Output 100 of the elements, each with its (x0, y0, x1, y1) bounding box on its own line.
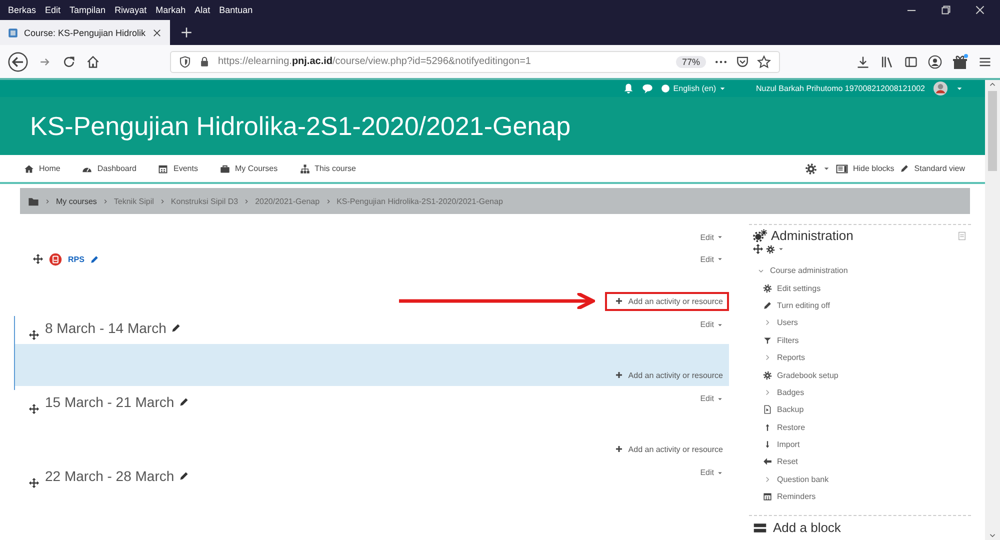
zoom-level[interactable]: 77% (676, 56, 706, 68)
caret-icon (718, 85, 726, 92)
pencil-icon[interactable] (171, 323, 182, 333)
settings-icon[interactable] (804, 162, 817, 174)
menu-item[interactable]: Edit (45, 5, 61, 15)
breadcrumb-link[interactable]: KS-Pengujian Hidrolika-2S1-2020/2021-Genap (336, 196, 503, 206)
user-avatar-icon[interactable] (933, 81, 948, 96)
tree-item[interactable]: Restore (753, 418, 967, 436)
hide-blocks-link[interactable]: Hide blocks (836, 162, 894, 174)
download-icon (763, 440, 772, 450)
tree-item[interactable]: Reset (753, 453, 967, 471)
tree-item[interactable]: Turn editing off (753, 296, 967, 314)
pencil-icon[interactable] (179, 397, 190, 407)
close-tab-icon[interactable] (152, 28, 162, 38)
caret-icon (717, 470, 723, 476)
pencil-icon[interactable] (90, 254, 100, 264)
globe-icon (661, 84, 670, 93)
gear-icon (763, 370, 772, 380)
library-icon[interactable] (880, 54, 894, 68)
address-bar[interactable]: https://elearning.pnj.ac.id/course/view.php?id=5296&notifyeditingon=1 77% (170, 50, 780, 72)
calendar-icon (158, 164, 168, 174)
pocket-icon[interactable] (736, 55, 749, 68)
tree-item[interactable]: Reports (753, 348, 967, 366)
menu-item[interactable]: Tampilan (70, 5, 106, 15)
nav-link[interactable]: Home (24, 164, 60, 174)
breadcrumb-link[interactable]: Teknik Sipil (114, 196, 154, 206)
nav-link[interactable]: This course (300, 164, 356, 174)
course-title: KS-Pengujian Hidrolika-2S1-2020/2021-Genap (30, 110, 571, 142)
breadcrumb-link[interactable]: My courses (56, 196, 97, 206)
tree-item[interactable]: Reminders (753, 488, 967, 506)
nav-link[interactable]: Events (158, 164, 198, 174)
tree-item[interactable]: Question bank (753, 470, 967, 488)
account-icon[interactable] (928, 54, 942, 68)
folder-icon (28, 196, 39, 206)
pencil-icon (900, 164, 910, 173)
tree-item[interactable]: Users (753, 314, 967, 332)
caret-icon (717, 396, 723, 402)
sitemap-icon (300, 164, 310, 174)
tree-item[interactable]: Backup (753, 401, 967, 419)
user-menu-caret-icon[interactable] (956, 85, 963, 92)
nav-link[interactable]: Dashboard (82, 164, 136, 174)
edit-menu[interactable]: Edit (700, 394, 729, 403)
pencil-icon[interactable] (179, 471, 190, 481)
nav-link[interactable]: My Courses (220, 164, 278, 174)
menu-item[interactable]: Riwayat (114, 5, 147, 15)
tree-item[interactable]: Badges (753, 384, 967, 402)
move-handle-icon[interactable] (29, 478, 39, 488)
chevron-right-icon (158, 198, 166, 204)
standard-view-link[interactable]: Standard view (900, 164, 965, 173)
menu-item[interactable]: Bantuan (219, 5, 253, 15)
add-activity-link[interactable]: Add an activity or resource (605, 440, 729, 458)
tree-item[interactable]: Import (753, 436, 967, 454)
tree-item[interactable]: Gradebook setup (753, 366, 967, 384)
add-activity-link[interactable]: Add an activity or resource (605, 366, 729, 384)
caret-icon[interactable] (822, 165, 830, 172)
download-icon[interactable] (856, 54, 870, 68)
menu-item[interactable]: Berkas (8, 5, 36, 15)
address-text: https://elearning.pnj.ac.id/course/view.php?id=5296&notifyeditingon=1 (218, 56, 532, 67)
tree-item[interactable]: Edit settings (753, 279, 967, 297)
move-handle-icon[interactable] (33, 254, 43, 264)
add-activity-link[interactable]: Add an activity or resource (605, 292, 729, 310)
block-title: Administration (771, 228, 854, 243)
restore-window-icon[interactable] (940, 4, 952, 16)
sidebar-icon[interactable] (904, 54, 918, 68)
move-handle-icon[interactable] (29, 330, 39, 340)
scrollbar-thumb[interactable] (988, 91, 997, 171)
block-title: Add a block (773, 520, 841, 536)
back-icon[interactable] (8, 52, 28, 72)
new-tab-icon[interactable] (180, 26, 193, 39)
breadcrumb-link[interactable]: 2020/2021-Genap (255, 196, 320, 206)
edit-menu[interactable]: Edit (700, 468, 729, 477)
menu-item[interactable]: Alat (194, 5, 210, 15)
tree-node[interactable]: Course administration (753, 262, 967, 280)
breadcrumb-link[interactable]: Konstruksi Sipil D3 (170, 196, 238, 206)
browser-tab[interactable]: Course: KS-Pengujian Hidrolik (0, 20, 170, 45)
language-menu[interactable]: English (en) (661, 84, 726, 93)
menu-item[interactable]: Markah (156, 5, 186, 15)
bookmark-star-icon[interactable] (757, 54, 771, 68)
user-name[interactable]: Nuzul Barkah Prihutomo 197008212008121002 (756, 84, 925, 93)
edit-menu[interactable]: Edit (700, 320, 729, 329)
home-icon[interactable] (86, 54, 100, 68)
activity-link[interactable]: RPS (68, 254, 84, 264)
edit-menu[interactable]: Edit (700, 254, 729, 264)
settings-icon[interactable] (766, 244, 775, 254)
move-handle-icon[interactable] (29, 404, 39, 414)
notification-bell-icon[interactable] (623, 83, 634, 94)
caret-icon[interactable] (778, 246, 784, 252)
tree-item[interactable]: Filters (753, 332, 967, 349)
edit-menu[interactable]: Edit (700, 232, 729, 242)
move-handle-icon[interactable] (753, 244, 763, 254)
reload-icon[interactable] (62, 54, 76, 68)
calendar-icon (763, 492, 772, 502)
close-icon[interactable] (974, 4, 986, 16)
cogs-icon (753, 228, 767, 242)
scrollbar[interactable] (985, 80, 1000, 540)
plus-icon (615, 297, 624, 305)
chevron-right-icon (243, 198, 250, 204)
filter-icon (763, 336, 772, 345)
message-icon[interactable] (642, 83, 654, 94)
gift-icon[interactable] (952, 54, 968, 70)
